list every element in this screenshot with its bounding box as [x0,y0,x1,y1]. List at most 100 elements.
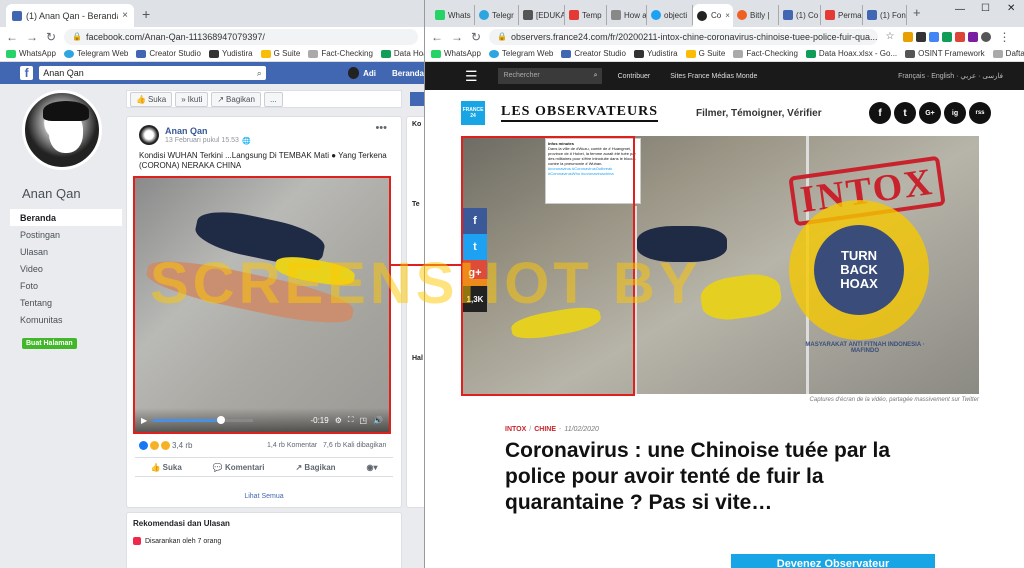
post-like-button[interactable]: 👍 Suka [150,463,181,472]
nav-video[interactable]: Video [10,260,122,277]
reaction-summary[interactable]: 3,4 rb [139,441,192,450]
play-icon[interactable]: ▶ [141,416,147,425]
cta-button[interactable] [410,92,424,106]
observateurs-logo[interactable]: LES OBSERVATEURS [501,104,658,122]
tab-eduka[interactable]: [EDUKA [519,5,565,25]
popout-icon[interactable]: ◳ [359,416,367,425]
close-tab-icon[interactable]: × [725,11,730,20]
bookmark-daftar[interactable]: Daftar Fact-check... [992,49,1024,58]
tab-france24-active[interactable]: Co × [693,4,733,27]
rss-icon[interactable]: rss [969,102,991,124]
tab-fb-co[interactable]: (1) Co [779,5,821,25]
bookmark-whatsapp[interactable]: WhatsApp [6,49,56,58]
facebook-logo-icon[interactable]: f [20,66,34,80]
search-icon[interactable]: ⌕ [257,66,262,80]
new-tab-button[interactable]: + [142,6,150,22]
nav-tentang[interactable]: Tentang [10,294,122,311]
site-search-input[interactable]: Rechercher ⌕ [497,68,602,84]
category-chine[interactable]: CHINE [534,426,556,433]
bookmark-osint[interactable]: OSINT Framework [905,49,985,58]
url-field[interactable]: 🔒 facebook.com/Anan-Qan-111368947079397/ [64,28,418,45]
like-page-button[interactable]: 👍 Suka [130,91,173,107]
bookmark-telegram[interactable]: Telegram Web [488,49,553,58]
volume-icon[interactable]: 🔊 [373,416,383,425]
nav-ulasan[interactable]: Ulasan [10,243,122,260]
fb-search-input[interactable]: Anan Qan ⌕ [39,66,266,80]
tab-howa[interactable]: How a [607,5,647,25]
back-icon[interactable]: ← [6,30,18,44]
bookmark-factcheck[interactable]: Fact-Checking [733,49,798,58]
video-progress-handle[interactable] [217,415,226,424]
forward-icon[interactable]: → [26,30,38,44]
share-gplus-icon[interactable]: g+ [463,260,487,286]
see-all-link[interactable]: Lihat Semua [127,493,401,500]
france24-logo[interactable]: FRANCE 24 [461,101,485,125]
tab-telegram[interactable]: Telegr [475,5,519,25]
bookmark-telegram[interactable]: Telegram Web [63,49,128,58]
category-intox[interactable]: INTOX [505,426,526,433]
bookmark-datahoax[interactable]: Data Hoax.xlsx - Go... [805,49,897,58]
nav-sites-fmm[interactable]: Sites France Médias Monde [670,73,757,80]
post-as-selector[interactable]: ◉▾ [367,463,378,472]
nav-contribuer[interactable]: Contribuer [618,73,651,80]
menu-icon[interactable]: ⋮ [999,30,1011,44]
more-button[interactable]: ... [263,91,283,107]
tab-facebook[interactable]: (1) Anan Qan - Beranda × [6,4,134,27]
bookmark-datahoax[interactable]: Data Hoax.xlsx - Go... [380,49,424,58]
share-page-button[interactable]: ↗ Bagikan [211,91,261,107]
star-icon[interactable]: ☆ [886,31,895,42]
follow-button[interactable]: » Ikuti [175,91,209,107]
close-tab-icon[interactable]: × [122,10,128,21]
home-link[interactable]: Beranda [392,69,424,78]
new-tab-button[interactable]: + [913,5,921,20]
google-plus-icon[interactable]: G+ [919,102,941,124]
bookmark-creator[interactable]: Creator Studio [561,49,626,58]
url-field[interactable]: 🔒 observers.france24.com/fr/20200211-int… [489,28,878,45]
bookmark-yudistira[interactable]: Yudistira [633,49,678,58]
language-switcher[interactable]: Français · English · فارسی · عربي [898,72,1003,80]
user-avatar[interactable] [347,67,360,79]
share-twitter-icon[interactable]: t [463,234,487,260]
hamburger-menu-icon[interactable]: ☰ [465,68,478,85]
post-avatar[interactable] [139,125,159,145]
post-comment-button[interactable]: 💬 Komentari [213,463,265,472]
instagram-icon[interactable]: ig [944,102,966,124]
post-options-icon[interactable]: ••• [375,122,387,134]
share-facebook-icon[interactable]: f [463,208,487,234]
twitter-icon[interactable]: t [894,102,916,124]
search-icon[interactable]: ⌕ [594,68,598,84]
post-author[interactable]: Anan Qan [165,126,208,136]
bookmark-creator[interactable]: Creator Studio [136,49,201,58]
extensions-icons[interactable] [902,31,991,42]
post-video[interactable]: ▶ -0:19 ⚙ ⛶ ◳ 🔊 [133,176,391,434]
bookmark-yudistira[interactable]: Yudistira [208,49,253,58]
nav-komunitas[interactable]: Komunitas [10,311,122,328]
become-observer-button[interactable]: Devenez Observateur [731,554,935,568]
back-icon[interactable]: ← [431,30,443,44]
user-name[interactable]: Adi [363,69,376,78]
bookmark-gsuite[interactable]: G Suite [260,49,300,58]
create-page-button[interactable]: Buat Halaman [22,338,77,349]
post-share-button[interactable]: ↗ Bagikan [295,463,335,472]
reload-icon[interactable]: ↻ [46,30,56,44]
bookmark-gsuite[interactable]: G Suite [685,49,725,58]
reload-icon[interactable]: ↻ [471,30,481,44]
tab-bitly[interactable]: Bitly | [733,5,779,25]
bookmark-whatsapp[interactable]: WhatsApp [431,49,481,58]
fullscreen-icon[interactable]: ⛶ [348,415,354,425]
forward-icon[interactable]: → [451,30,463,44]
tab-fb-fon[interactable]: (1) Fon [863,5,907,25]
shares-count[interactable]: 7,6 rb Kali dibagikan [323,442,386,449]
nav-beranda[interactable]: Beranda [10,209,122,226]
minimize-button[interactable]: — [955,4,965,15]
post-time[interactable]: 13 Februari pukul 15.53 [165,137,239,145]
tab-perma[interactable]: Perma [821,5,863,25]
settings-icon[interactable]: ⚙ [335,416,342,425]
tab-tempo[interactable]: Temp [565,5,607,25]
profile-picture[interactable] [22,90,102,170]
video-progress-track[interactable] [153,415,254,424]
tab-objecti[interactable]: objecti [647,5,693,25]
nav-postingan[interactable]: Postingan [10,226,122,243]
comments-count[interactable]: 1,4 rb Komentar [267,442,317,449]
bookmark-factcheck[interactable]: Fact-Checking [308,49,373,58]
